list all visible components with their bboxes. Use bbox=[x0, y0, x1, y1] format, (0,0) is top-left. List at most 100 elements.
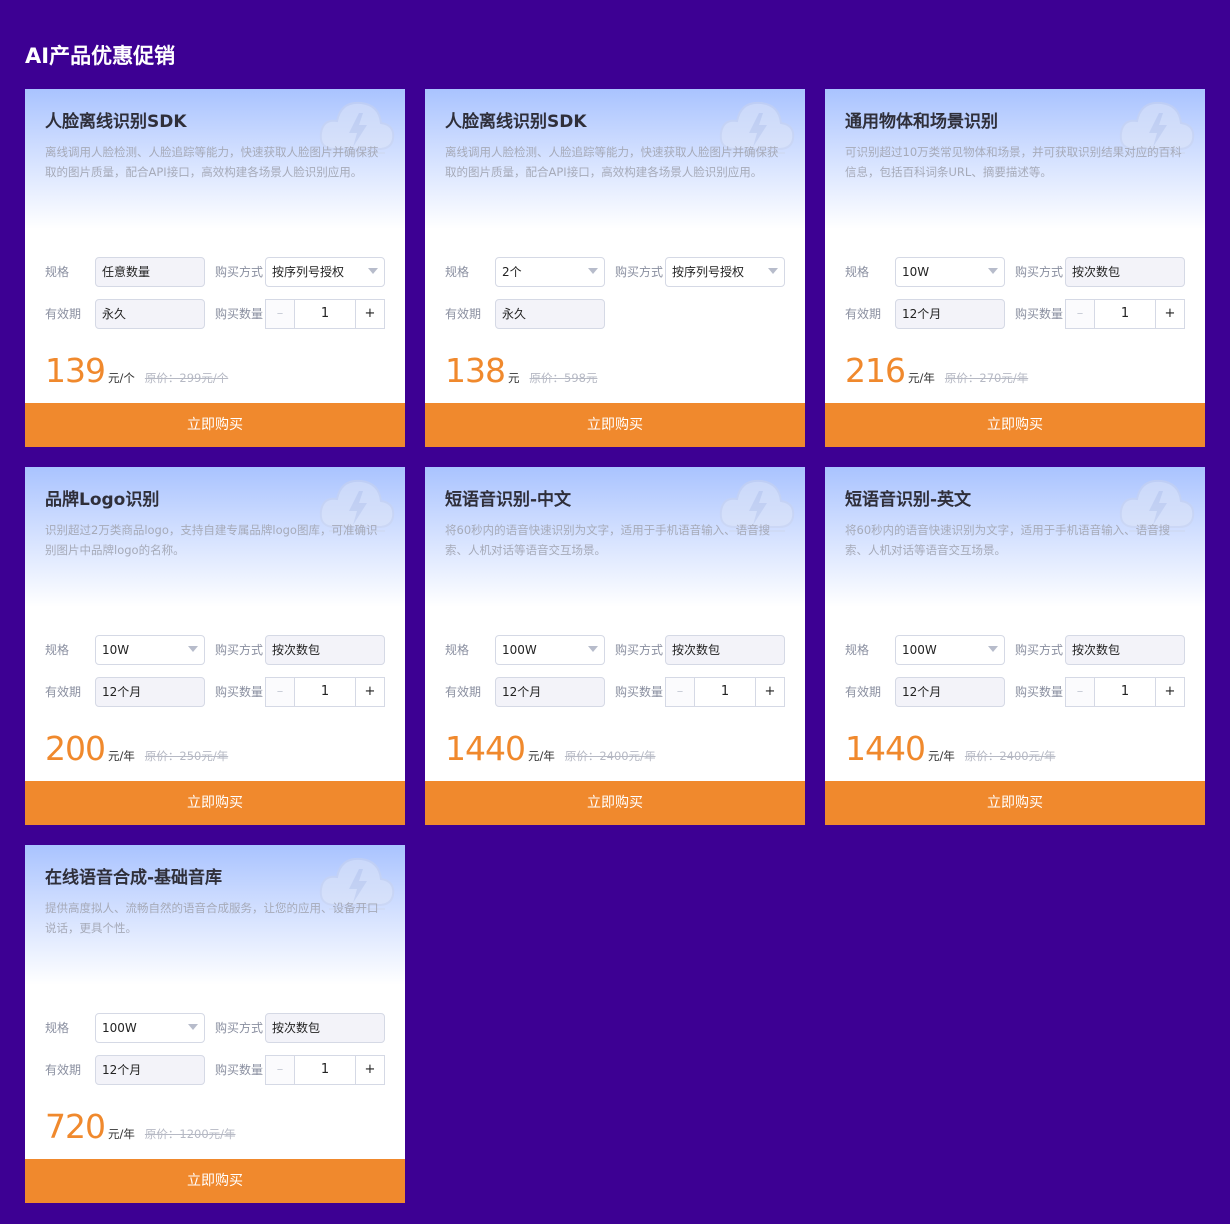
price: 216 bbox=[845, 351, 906, 390]
product-card: 在线语音合成-基础音库 提供高度拟人、流畅自然的语音合成服务，让您的应用、设备开… bbox=[25, 845, 405, 1203]
quantity-input[interactable]: 1 bbox=[295, 1056, 355, 1084]
decrement-button[interactable]: – bbox=[1066, 300, 1095, 328]
buy-now-button[interactable]: 立即购买 bbox=[425, 781, 805, 825]
chevron-down-icon bbox=[188, 1024, 198, 1030]
buy-now-button[interactable]: 立即购买 bbox=[25, 781, 405, 825]
spec-value: 2个 bbox=[502, 265, 522, 279]
increment-button[interactable]: + bbox=[1155, 300, 1184, 328]
validity-field: 12个月 bbox=[495, 677, 605, 707]
buy-now-button[interactable]: 立即购买 bbox=[25, 403, 405, 447]
price-row: 139 元/个 原价：299元/个 bbox=[45, 351, 228, 393]
buy-now-button[interactable]: 立即购买 bbox=[825, 403, 1205, 447]
spec-select[interactable]: 2个 bbox=[495, 257, 605, 287]
price-unit: 元/年 bbox=[527, 749, 555, 763]
price: 720 bbox=[45, 1107, 106, 1146]
validity-label: 有效期 bbox=[45, 1063, 82, 1077]
chevron-down-icon bbox=[588, 268, 598, 274]
spec-label: 规格 bbox=[845, 265, 870, 279]
purchase-method-label: 购买方式 bbox=[215, 1021, 264, 1035]
price: 139 bbox=[45, 351, 106, 390]
quantity-input[interactable]: 1 bbox=[1095, 300, 1155, 328]
price-unit: 元/年 bbox=[108, 749, 135, 763]
spec-value: 100W bbox=[902, 643, 937, 657]
quantity-label: 购买数量 bbox=[1015, 685, 1064, 699]
validity-label: 有效期 bbox=[845, 307, 882, 321]
purchase-method-value: 按序列号授权 bbox=[272, 265, 345, 279]
purchase-method-label: 购买方式 bbox=[215, 265, 264, 279]
increment-button[interactable]: + bbox=[355, 300, 384, 328]
card-title: 通用物体和场景识别 bbox=[845, 112, 998, 132]
validity-field: 永久 bbox=[95, 299, 205, 329]
spec-select[interactable]: 100W bbox=[495, 635, 605, 665]
purchase-method-field: 按次数包 bbox=[1065, 635, 1185, 665]
validity-label: 有效期 bbox=[445, 307, 482, 321]
page-title: AI产品优惠促销 bbox=[25, 44, 176, 68]
decrement-button[interactable]: – bbox=[666, 678, 695, 706]
chevron-down-icon bbox=[188, 646, 198, 652]
buy-now-button[interactable]: 立即购买 bbox=[825, 781, 1205, 825]
price: 1440 bbox=[845, 729, 926, 768]
original-price: 原价：598元 bbox=[529, 371, 598, 385]
increment-button[interactable]: + bbox=[755, 678, 784, 706]
spec-field: 任意数量 bbox=[95, 257, 205, 287]
validity-label: 有效期 bbox=[445, 685, 482, 699]
buy-now-button[interactable]: 立即购买 bbox=[25, 1159, 405, 1203]
product-card: 短语音识别-英文 将60秒内的语音快速识别为文字，适用于手机语音输入、语音搜索、… bbox=[825, 467, 1205, 825]
increment-button[interactable]: + bbox=[355, 678, 384, 706]
price-row: 720 元/年 原价：1200元/年 bbox=[45, 1107, 236, 1149]
quantity-stepper: – 1 + bbox=[265, 677, 385, 707]
quantity-input[interactable]: 1 bbox=[695, 678, 755, 706]
decrement-button[interactable]: – bbox=[266, 678, 295, 706]
buy-now-button[interactable]: 立即购买 bbox=[425, 403, 805, 447]
product-card: 通用物体和场景识别 可识别超过10万类常见物体和场景，并可获取识别结果对应的百科… bbox=[825, 89, 1205, 447]
original-price: 原价：299元/个 bbox=[144, 371, 229, 385]
validity-field: 12个月 bbox=[895, 299, 1005, 329]
product-card: 人脸离线识别SDK 离线调用人脸检测、人脸追踪等能力，快速获取人脸图片并确保获取… bbox=[425, 89, 805, 447]
card-title: 短语音识别-中文 bbox=[445, 490, 572, 510]
purchase-method-label: 购买方式 bbox=[1015, 643, 1064, 657]
price-unit: 元/年 bbox=[108, 1127, 135, 1141]
spec-value: 10W bbox=[902, 265, 930, 279]
spec-select[interactable]: 100W bbox=[95, 1013, 205, 1043]
chevron-down-icon bbox=[368, 268, 378, 274]
purchase-method-label: 购买方式 bbox=[215, 643, 264, 657]
price: 1440 bbox=[445, 729, 526, 768]
increment-button[interactable]: + bbox=[1155, 678, 1184, 706]
spec-label: 规格 bbox=[445, 643, 470, 657]
spec-value: 100W bbox=[102, 1021, 137, 1035]
card-title: 在线语音合成-基础音库 bbox=[45, 868, 223, 888]
validity-field: 12个月 bbox=[95, 1055, 205, 1085]
product-card: 品牌Logo识别 识别超过2万类商品logo，支持自建专属品牌logo图库，可准… bbox=[25, 467, 405, 825]
quantity-input[interactable]: 1 bbox=[295, 300, 355, 328]
increment-button[interactable]: + bbox=[355, 1056, 384, 1084]
chevron-down-icon bbox=[988, 268, 998, 274]
decrement-button[interactable]: – bbox=[266, 1056, 295, 1084]
card-description: 识别超过2万类商品logo，支持自建专属品牌logo图库，可准确识别图片中品牌l… bbox=[45, 523, 378, 557]
purchase-method-select[interactable]: 按序列号授权 bbox=[265, 257, 385, 287]
quantity-label: 购买数量 bbox=[215, 1063, 264, 1077]
spec-label: 规格 bbox=[45, 1021, 70, 1035]
validity-field: 12个月 bbox=[895, 677, 1005, 707]
purchase-method-label: 购买方式 bbox=[615, 265, 664, 279]
spec-select[interactable]: 100W bbox=[895, 635, 1005, 665]
chevron-down-icon bbox=[768, 268, 778, 274]
price-row: 1440 元/年 原价：2400元/年 bbox=[445, 729, 656, 771]
card-description: 离线调用人脸检测、人脸追踪等能力，快速获取人脸图片并确保获取的图片质量，配合AP… bbox=[445, 145, 779, 179]
original-price: 原价：1200元/年 bbox=[144, 1127, 236, 1141]
price: 200 bbox=[45, 729, 106, 768]
card-description: 提供高度拟人、流畅自然的语音合成服务，让您的应用、设备开口说话，更具个性。 bbox=[45, 901, 379, 935]
spec-select[interactable]: 10W bbox=[95, 635, 205, 665]
quantity-input[interactable]: 1 bbox=[295, 678, 355, 706]
price-unit: 元/个 bbox=[108, 371, 135, 385]
purchase-method-select[interactable]: 按序列号授权 bbox=[665, 257, 785, 287]
price: 138 bbox=[445, 351, 506, 390]
quantity-stepper: – 1 + bbox=[265, 299, 385, 329]
purchase-method-label: 购买方式 bbox=[1015, 265, 1064, 279]
decrement-button[interactable]: – bbox=[266, 300, 295, 328]
quantity-stepper: – 1 + bbox=[1065, 677, 1185, 707]
spec-select[interactable]: 10W bbox=[895, 257, 1005, 287]
quantity-input[interactable]: 1 bbox=[1095, 678, 1155, 706]
validity-field: 永久 bbox=[495, 299, 605, 329]
spec-label: 规格 bbox=[845, 643, 870, 657]
decrement-button[interactable]: – bbox=[1066, 678, 1095, 706]
